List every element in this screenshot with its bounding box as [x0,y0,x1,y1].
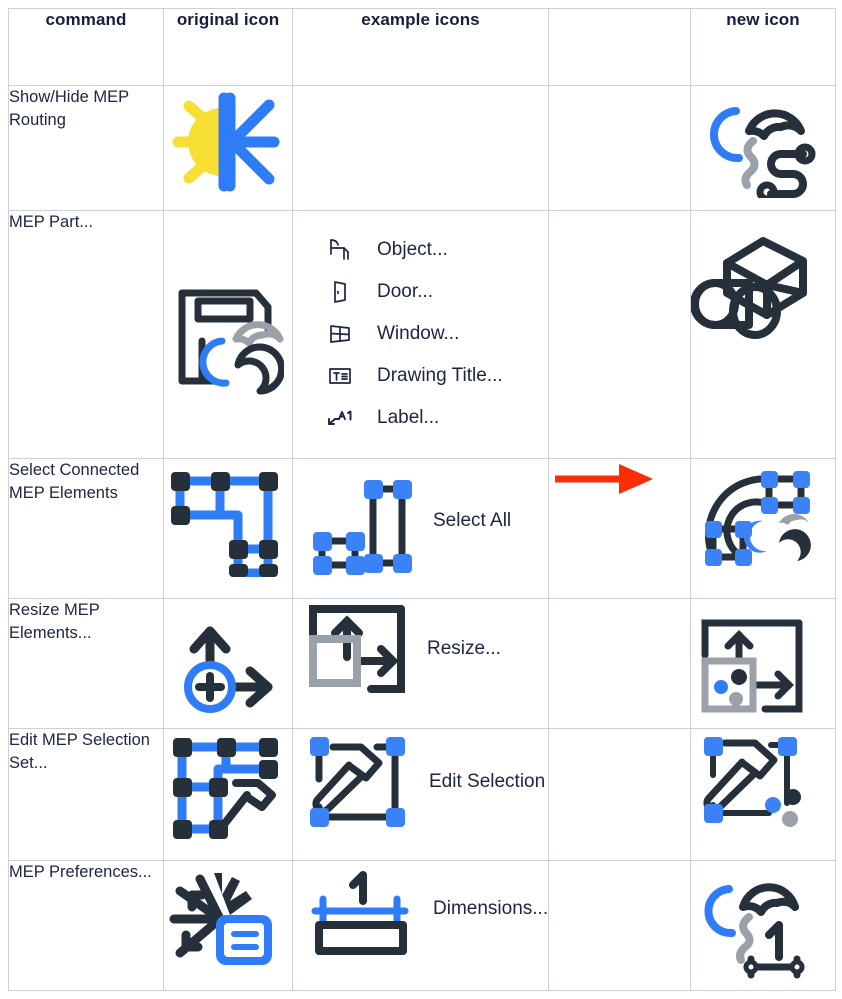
arrow-spacer-cell [548,210,691,459]
original-icon-cell [163,598,293,729]
table-row: Resize MEP Elements... Resize... [8,598,836,729]
duct-box-cylinders-icon [691,229,835,349]
example-item-dimensions[interactable]: Dimensions... [293,861,548,957]
menu-item-door[interactable]: Door... [323,271,548,313]
drawing-title-icon [323,361,357,391]
new-icon-cell [690,85,836,211]
row-command-label: MEP Preferences... [8,860,164,991]
example-item-label: Dimensions... [433,898,549,919]
table-row: MEP Part... Object... Door... Window... … [8,210,836,459]
menu-item-label[interactable]: Label... [323,397,548,439]
burst-settings-panel-icon [164,861,292,973]
blue-routing-grid-nodes-icon [164,459,292,577]
dimension-line-rect-icon [305,861,415,957]
menu-item-label: Drawing Title... [377,365,503,386]
menu-item-drawing-title[interactable]: Drawing Title... [323,355,548,397]
header-command: command [8,8,164,86]
resize-box-arrows-icon [305,599,409,699]
table-row: Select Connected MEP Elements Select All [8,458,836,599]
original-icon-cell [163,860,293,991]
hammer-handles-dots-icon [691,729,835,845]
example-icons-cell: Resize... [292,598,549,729]
circle-plus-arrows-icon [164,617,292,717]
select-all-handles-icon [305,467,415,575]
sun-burst-split-icon [164,86,292,198]
menu-item-window[interactable]: Window... [323,313,548,355]
table-body: Show/Hide MEP Routing MEP Part... Object… [8,85,836,991]
arrow-spacer-cell [548,728,691,861]
header-new-icon: new icon [690,8,836,86]
chair-icon [323,235,357,265]
original-icon-cell [163,458,293,599]
menu-item-label: Door... [377,281,433,302]
example-item-label: Select All [433,510,512,531]
table-header: command original icon example icons new … [8,8,836,86]
elbow-pipe-selection-beans-icon [691,459,835,581]
example-icons-cell: Select All [292,458,549,599]
icon-comparison-table: command original icon example icons new … [8,8,836,991]
menu-item-label: Object... [377,239,448,260]
table-row: MEP Preferences... Dimensions... [8,860,836,991]
menu-item-label: Label... [377,407,440,428]
example-icons-cell: Object... Door... Window... Drawing Titl… [292,210,549,459]
new-icon-cell [690,860,836,991]
example-icons-cell [292,85,549,211]
red-right-arrow [549,459,690,499]
original-icon-cell [163,210,293,459]
original-icon-cell [163,728,293,861]
new-icon-cell [690,728,836,861]
example-item-resize[interactable]: Resize... [293,599,548,699]
row-command-label: Show/Hide MEP Routing [8,85,164,211]
original-icon-cell [163,85,293,211]
arrow-spacer-cell [548,598,691,729]
door-icon [323,277,357,307]
table-row: Edit MEP Selection Set... Edit Selection [8,728,836,861]
menu-item-label: Window... [377,323,460,344]
header-row: command original icon example icons new … [8,8,836,86]
example-icons-cell: Edit Selection [292,728,549,861]
new-icon-cell [690,598,836,729]
example-item-select-all[interactable]: Select All [293,459,548,575]
example-icons-cell: Dimensions... [292,860,549,991]
row-command-label: Resize MEP Elements... [8,598,164,729]
arrow-spacer-cell [548,85,691,211]
icon-comparison-sheet: command original icon example icons new … [0,0,842,999]
example-menu-list: Object... Door... Window... Drawing Titl… [293,211,548,449]
window-icon [323,319,357,349]
arrow-cell [548,458,691,599]
header-original-icon: original icon [163,8,293,86]
new-icon-cell [690,210,836,459]
row-command-label: MEP Part... [8,210,164,459]
new-icon-cell [690,458,836,599]
row-command-label: Select Connected MEP Elements [8,458,164,599]
crescents-dimension-one-icon [691,861,835,979]
label-a1-icon [323,403,357,433]
blue-grid-hammer-icon [164,729,292,843]
header-example-icons: example icons [292,8,549,86]
example-item-label: Resize... [427,638,501,659]
header-arrow-spacer [548,8,691,86]
example-item-edit-selection[interactable]: Edit Selection [293,729,548,835]
menu-item-object[interactable]: Object... [323,229,548,271]
example-item-label: Edit Selection [429,771,546,792]
resize-box-dots-icon [691,613,835,717]
chair-with-beans-icon [164,271,292,399]
hammer-selection-handles-icon [305,729,411,835]
table-row: Show/Hide MEP Routing [8,85,836,211]
row-command-label: Edit MEP Selection Set... [8,728,164,861]
arrow-spacer-cell [548,860,691,991]
crescents-routing-path-icon [691,86,835,198]
